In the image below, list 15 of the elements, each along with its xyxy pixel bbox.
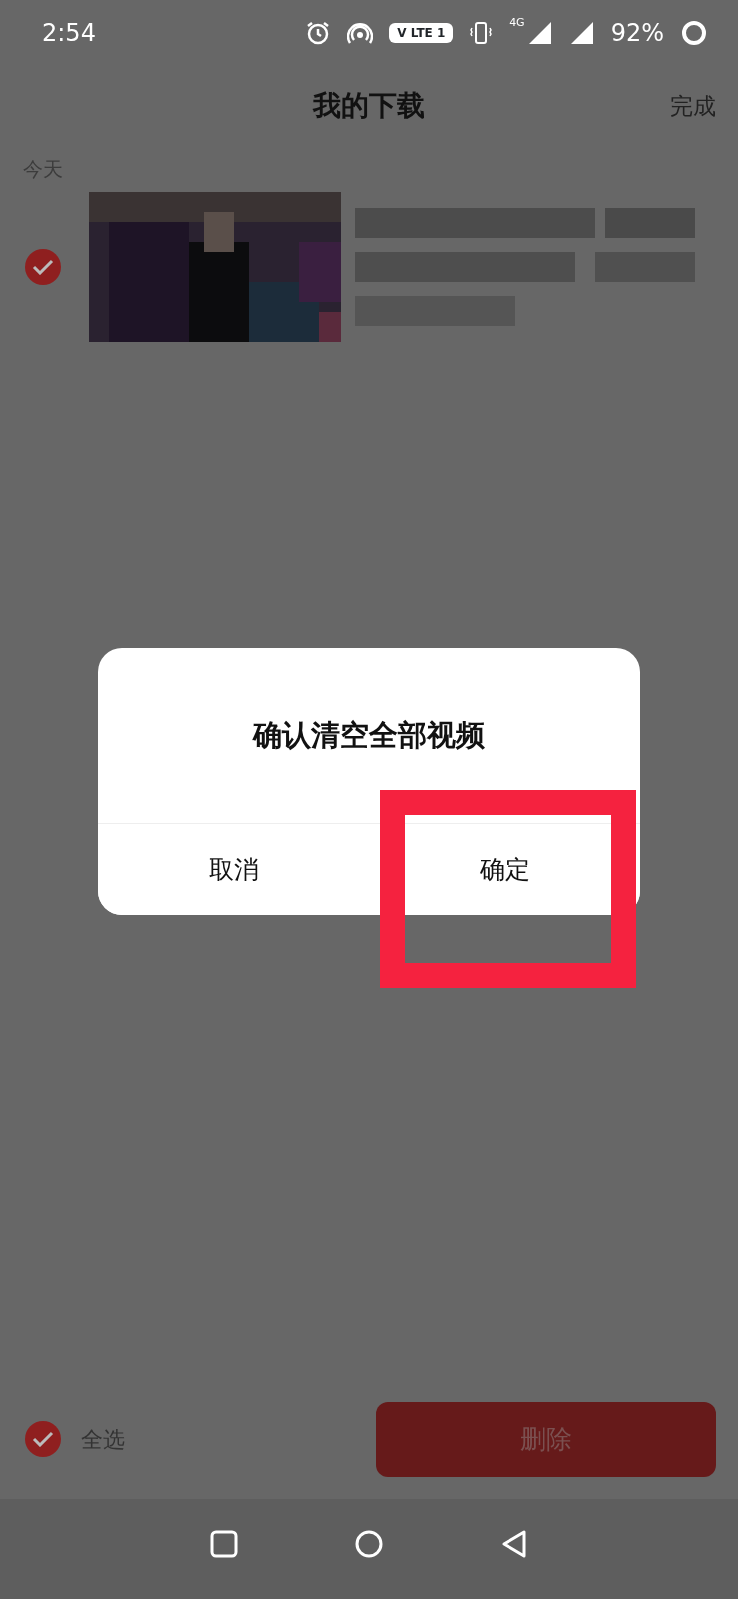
check-icon [32, 259, 54, 275]
recent-apps-icon[interactable] [209, 1529, 239, 1559]
battery-icon [680, 19, 708, 47]
volte-label: V LTE 1 [389, 22, 454, 44]
page-title: 我的下载 [313, 88, 425, 124]
checkbox[interactable] [25, 249, 61, 285]
status-time: 2:54 [42, 18, 96, 49]
home-icon[interactable] [354, 1529, 384, 1559]
network-label: 4G [509, 15, 525, 31]
dialog-title: 确认清空全部视频 [253, 716, 485, 754]
battery-percentage: 92% [610, 18, 664, 49]
check-icon [32, 1431, 54, 1447]
select-all-checkbox[interactable] [25, 1421, 61, 1457]
hotspot-icon [347, 20, 374, 46]
vibrate-icon [469, 20, 494, 46]
